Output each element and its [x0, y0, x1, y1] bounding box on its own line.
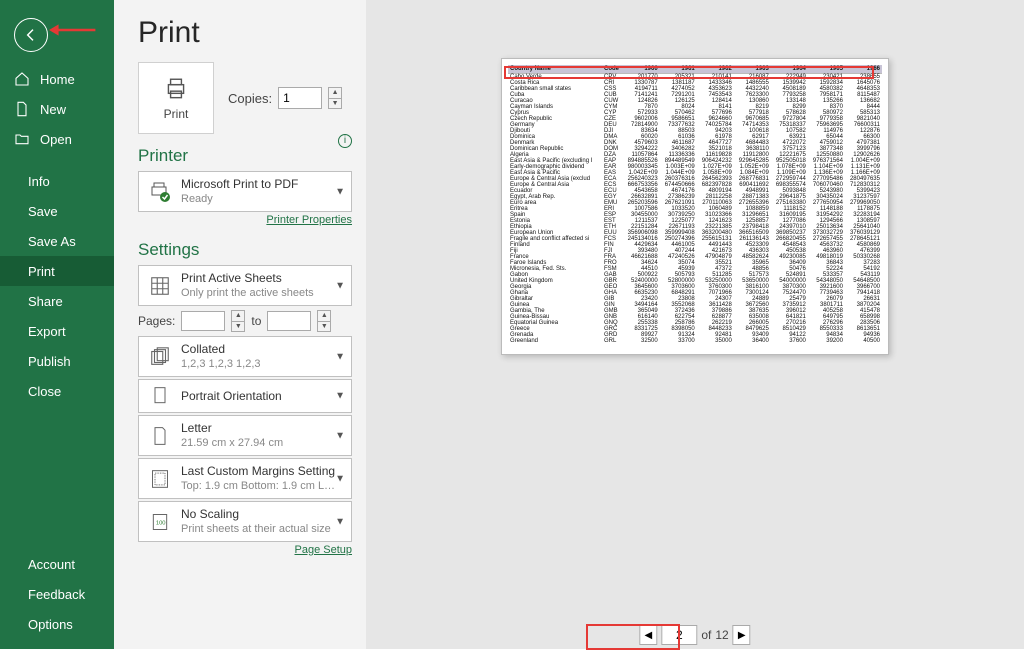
orientation-dropdown[interactable]: Portrait Orientation ▼: [138, 379, 352, 413]
nav-close-label: Close: [28, 384, 61, 399]
print-button[interactable]: Print: [138, 62, 214, 134]
margins-title: Last Custom Margins Setting: [181, 464, 335, 478]
scaling-sub: Print sheets at their actual size: [181, 522, 331, 536]
active-sheets-title: Print Active Sheets: [181, 271, 314, 285]
nav-share-label: Share: [28, 294, 63, 309]
printer-name: Microsoft Print to PDF: [181, 177, 298, 191]
scaling-title: No Scaling: [181, 507, 331, 521]
nav-feedback-label: Feedback: [28, 587, 85, 602]
paper-sub: 21.59 cm x 27.94 cm: [181, 436, 283, 450]
nav-options-label: Options: [28, 617, 73, 632]
nav-info-label: Info: [28, 174, 50, 189]
pages-to-label: to: [251, 314, 261, 328]
spinner-up-icon[interactable]: ▲: [329, 88, 341, 99]
nav-feedback[interactable]: Feedback: [0, 579, 114, 609]
nav-print-label: Print: [28, 264, 55, 279]
nav-publish-label: Publish: [28, 354, 71, 369]
nav-export[interactable]: Export: [0, 316, 114, 346]
margins-sub: Top: 1.9 cm Bottom: 1.9 cm L…: [181, 479, 335, 493]
prev-page-button[interactable]: ◀: [639, 625, 657, 645]
pager-of-label: of: [701, 628, 711, 642]
page-title: Print: [138, 16, 352, 50]
next-page-button[interactable]: ▶: [733, 625, 751, 645]
scaling-icon: 100: [147, 511, 173, 533]
info-icon[interactable]: i: [338, 134, 352, 148]
printer-status: Ready: [181, 192, 298, 206]
collated-title: Collated: [181, 342, 261, 356]
nav-open-label: Open: [40, 132, 72, 147]
chevron-down-icon: ▼: [335, 430, 345, 441]
pages-label: Pages:: [138, 314, 175, 328]
home-icon: [14, 71, 30, 87]
nav-close[interactable]: Close: [0, 376, 114, 406]
page-setup-link[interactable]: Page Setup: [138, 544, 352, 556]
collated-sub: 1,2,3 1,2,3 1,2,3: [181, 357, 261, 371]
nav-save-as-label: Save As: [28, 234, 76, 249]
orientation-title: Portrait Orientation: [181, 389, 282, 403]
nav-save-label: Save: [28, 204, 58, 219]
what-to-print-dropdown[interactable]: Print Active SheetsOnly print the active…: [138, 265, 352, 306]
chevron-down-icon: ▼: [335, 473, 345, 484]
pages-from-spinner[interactable]: ▲▼: [231, 310, 245, 332]
nav-save[interactable]: Save: [0, 196, 114, 226]
nav-save-as[interactable]: Save As: [0, 226, 114, 256]
margins-icon: [147, 468, 173, 490]
nav-export-label: Export: [28, 324, 66, 339]
margins-dropdown[interactable]: Last Custom Margins SettingTop: 1.9 cm B…: [138, 458, 352, 499]
file-icon: [14, 101, 30, 117]
nav-new-label: New: [40, 102, 66, 117]
printer-ready-icon: [147, 180, 173, 204]
nav-account-label: Account: [28, 557, 75, 572]
nav-print[interactable]: Print: [0, 256, 114, 286]
paper-title: Letter: [181, 421, 283, 435]
chevron-down-icon: ▼: [335, 391, 345, 402]
copies-input[interactable]: [278, 87, 322, 109]
nav-share[interactable]: Share: [0, 286, 114, 316]
nav-options[interactable]: Options: [0, 609, 114, 639]
pager-total: 12: [715, 628, 728, 642]
chevron-down-icon: ▼: [335, 516, 345, 527]
print-button-label: Print: [164, 107, 189, 121]
printer-properties-link[interactable]: Printer Properties: [138, 214, 352, 226]
copies-spinner[interactable]: ▲▼: [328, 87, 342, 109]
printer-icon: [161, 76, 191, 102]
pages-to-spinner[interactable]: ▲▼: [317, 310, 331, 332]
nav-account[interactable]: Account: [0, 549, 114, 579]
printer-dropdown[interactable]: Microsoft Print to PDF Ready ▼: [138, 171, 352, 212]
nav-open[interactable]: Open: [0, 124, 114, 154]
scaling-dropdown[interactable]: 100 No ScalingPrint sheets at their actu…: [138, 501, 352, 542]
nav-new[interactable]: New: [0, 94, 114, 124]
spinner-down-icon[interactable]: ▼: [329, 99, 341, 109]
printer-heading: Printer: [138, 146, 352, 166]
pages-from-input[interactable]: [181, 311, 225, 331]
sheets-icon: [147, 275, 173, 297]
nav-publish[interactable]: Publish: [0, 346, 114, 376]
chevron-down-icon: ▼: [335, 280, 345, 291]
nav-info[interactable]: Info: [0, 166, 114, 196]
folder-open-icon: [14, 131, 30, 147]
settings-heading: Settings: [138, 240, 352, 260]
paper-icon: [147, 425, 173, 447]
collated-icon: [147, 346, 173, 368]
current-page-input[interactable]: [661, 625, 697, 645]
copies-label: Copies:: [228, 91, 272, 106]
preview-row: GreenlandGRL3250033700350003640037600392…: [508, 338, 882, 344]
collation-dropdown[interactable]: Collated1,2,3 1,2,3 1,2,3 ▼: [138, 336, 352, 377]
nav-home-label: Home: [40, 72, 75, 87]
back-button[interactable]: [14, 18, 48, 52]
paper-size-dropdown[interactable]: Letter21.59 cm x 27.94 cm ▼: [138, 415, 352, 456]
nav-home[interactable]: Home: [0, 64, 114, 94]
chevron-down-icon: ▼: [335, 186, 345, 197]
pages-to-input[interactable]: [267, 311, 311, 331]
active-sheets-sub: Only print the active sheets: [181, 286, 314, 300]
portrait-icon: [147, 385, 173, 407]
print-preview-page: Country NameCode196019611962196319641965…: [501, 58, 889, 355]
svg-text:100: 100: [156, 520, 166, 526]
chevron-down-icon: ▼: [335, 351, 345, 362]
